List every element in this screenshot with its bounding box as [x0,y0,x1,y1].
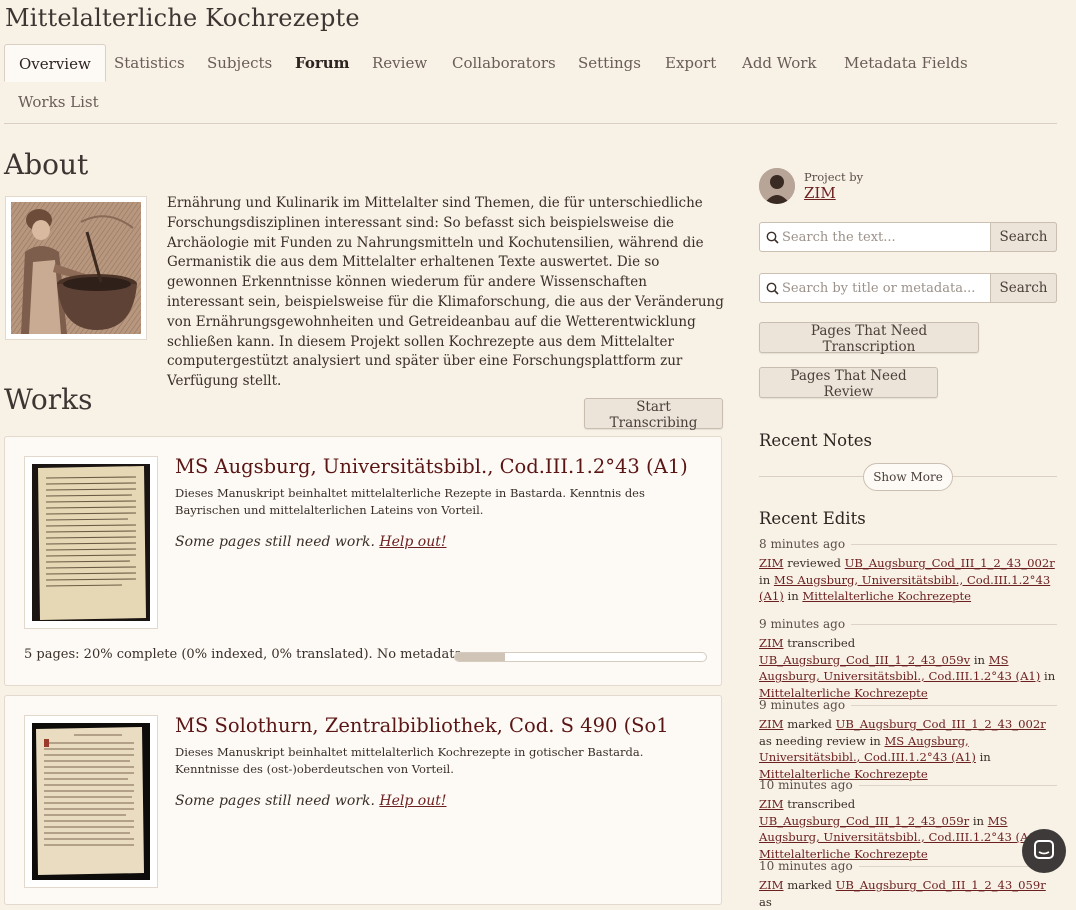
pages-need-transcription-button[interactable]: Pages That Need Transcription [759,322,979,355]
user-avatar-icon [759,168,795,204]
edit-user-link[interactable]: ZIM [759,797,784,811]
work-card: MS Augsburg, Universitätsbibl., Cod.III.… [4,436,722,686]
work-status-text: Some pages still need work. [175,793,375,809]
tab-forum[interactable]: Forum [281,44,364,82]
work-card: MS Solothurn, Zentralbibliothek, Cod. S … [4,695,722,905]
chat-widget-button[interactable] [1022,829,1066,873]
edit-user-link[interactable]: ZIM [759,556,784,570]
edit-item: 9 minutes ago ZIM marked UB_Augsburg_Cod… [759,698,1057,782]
recent-notes-heading: Recent Notes [759,431,872,450]
pages-need-review-button[interactable]: Pages That Need Review [759,367,938,400]
tab-add-work[interactable]: Add Work [728,44,831,82]
edit-action: marked [787,717,832,731]
edit-page-link[interactable]: UB_Augsburg_Cod_III_1_2_43_059r [759,814,969,828]
edit-divider [858,784,1057,786]
cook-illustration [11,202,141,334]
edit-connector: in [973,652,986,667]
edit-connector: in [972,813,984,828]
edit-action: transcribed [787,797,856,811]
edit-user-link[interactable]: ZIM [759,717,784,731]
work-thumbnail[interactable] [24,456,158,629]
edit-divider [851,623,1057,625]
tab-overview[interactable]: Overview [4,44,106,82]
recent-edits-heading: Recent Edits [759,509,866,528]
edit-user-link[interactable]: ZIM [759,636,784,650]
text-search: Search [759,222,1057,252]
work-status: Some pages still need work. Help out! [175,534,447,550]
work-progress-fill [455,653,506,661]
works-heading: Works [4,383,93,416]
edit-connector: as [759,894,772,909]
edit-time: 10 minutes ago [759,778,853,792]
search-icon [766,282,779,295]
start-transcribing-button[interactable]: Start Transcribing [584,398,723,431]
edit-connector: in [759,572,771,587]
tab-metadata-fields[interactable]: Metadata Fields [830,44,982,82]
edit-project-link[interactable]: Mittelalterliche Kochrezepte [802,589,971,603]
tab-export[interactable]: Export [651,44,730,82]
edit-page-link[interactable]: UB_Augsburg_Cod_III_1_2_43_059v [759,653,970,667]
search-metadata-button[interactable]: Search [990,273,1057,303]
edit-time: 10 minutes ago [759,859,853,873]
project-image [5,196,147,340]
edit-item: 10 minutes ago ZIM marked UB_Augsburg_Co… [759,859,1057,910]
work-description: Dieses Manuskript beinhaltet mittelalter… [175,745,644,776]
work-title-link[interactable]: MS Augsburg, Universitätsbibl., Cod.III.… [175,455,688,478]
tab-collaborators[interactable]: Collaborators [438,44,570,82]
show-more-button[interactable]: Show More [863,463,953,491]
manuscript-thumbnail [32,464,150,621]
tab-subjects[interactable]: Subjects [193,44,286,82]
tab-statistics[interactable]: Statistics [100,44,199,82]
chat-icon [1034,840,1054,859]
search-icon [766,231,779,244]
edit-text: ZIM reviewed UB_Augsburg_Cod_III_1_2_43_… [759,555,1057,605]
work-title-link[interactable]: MS Solothurn, Zentralbibliothek, Cod. S … [175,714,669,737]
edit-item: 10 minutes ago ZIM transcribed UB_Augsbu… [759,778,1057,862]
avatar[interactable] [759,168,795,204]
edit-text: ZIM transcribed UB_Augsburg_Cod_III_1_2_… [759,796,1057,862]
help-out-link[interactable]: Help out! [379,793,446,809]
work-stats: 5 pages: 20% complete (0% indexed, 0% tr… [24,647,467,662]
work-progress-bar [454,652,707,662]
about-heading: About [4,148,89,181]
about-text: Ernährung und Kulinarik im Mittelalter s… [167,195,724,390]
edit-action: transcribed [787,636,856,650]
edit-text: ZIM transcribed UB_Augsburg_Cod_III_1_2_… [759,635,1057,701]
edit-page-link[interactable]: UB_Augsburg_Cod_III_1_2_43_002r [845,556,1055,570]
edit-text: ZIM marked UB_Augsburg_Cod_III_1_2_43_00… [759,716,1057,782]
project-owner-link[interactable]: ZIM [804,184,836,202]
edit-time: 9 minutes ago [759,698,846,712]
metadata-search: Search [759,273,1057,303]
tab-settings[interactable]: Settings [564,44,655,82]
edit-connector: in [1044,669,1056,683]
edit-connector: in [979,750,991,764]
edit-text: ZIM marked UB_Augsburg_Cod_III_1_2_43_05… [759,877,1057,910]
edit-action: reviewed [787,556,841,570]
tab-works-list[interactable]: Works List [4,83,113,121]
edit-divider [851,543,1057,545]
tab-review[interactable]: Review [358,44,441,82]
edit-connector: as needing review in [759,733,881,748]
search-metadata-input[interactable] [782,275,987,301]
help-out-link[interactable]: Help out! [379,534,446,550]
edit-item: 8 minutes ago ZIM reviewed UB_Augsburg_C… [759,537,1057,605]
work-thumbnail[interactable] [24,715,158,888]
project-title: Mittelalterliche Kochrezepte [5,4,360,32]
project-by-label: Project by [804,170,864,184]
edit-divider [851,704,1057,706]
project-tabs: Overview Statistics Subjects Forum Revie… [4,44,1057,124]
search-text-input[interactable] [782,224,987,250]
search-text-button[interactable]: Search [990,222,1057,252]
work-status-text: Some pages still need work. [175,534,375,550]
manuscript-thumbnail [32,723,150,880]
edit-item: 9 minutes ago ZIM transcribed UB_Augsbur… [759,617,1057,701]
edit-connector: in [787,589,799,603]
work-description: Dieses Manuskript beinhaltet mittelalter… [175,486,645,517]
work-status: Some pages still need work. Help out! [175,793,447,809]
edit-time: 9 minutes ago [759,617,846,631]
edit-page-link[interactable]: UB_Augsburg_Cod_III_1_2_43_002r [836,717,1046,731]
edit-time: 8 minutes ago [759,537,846,551]
